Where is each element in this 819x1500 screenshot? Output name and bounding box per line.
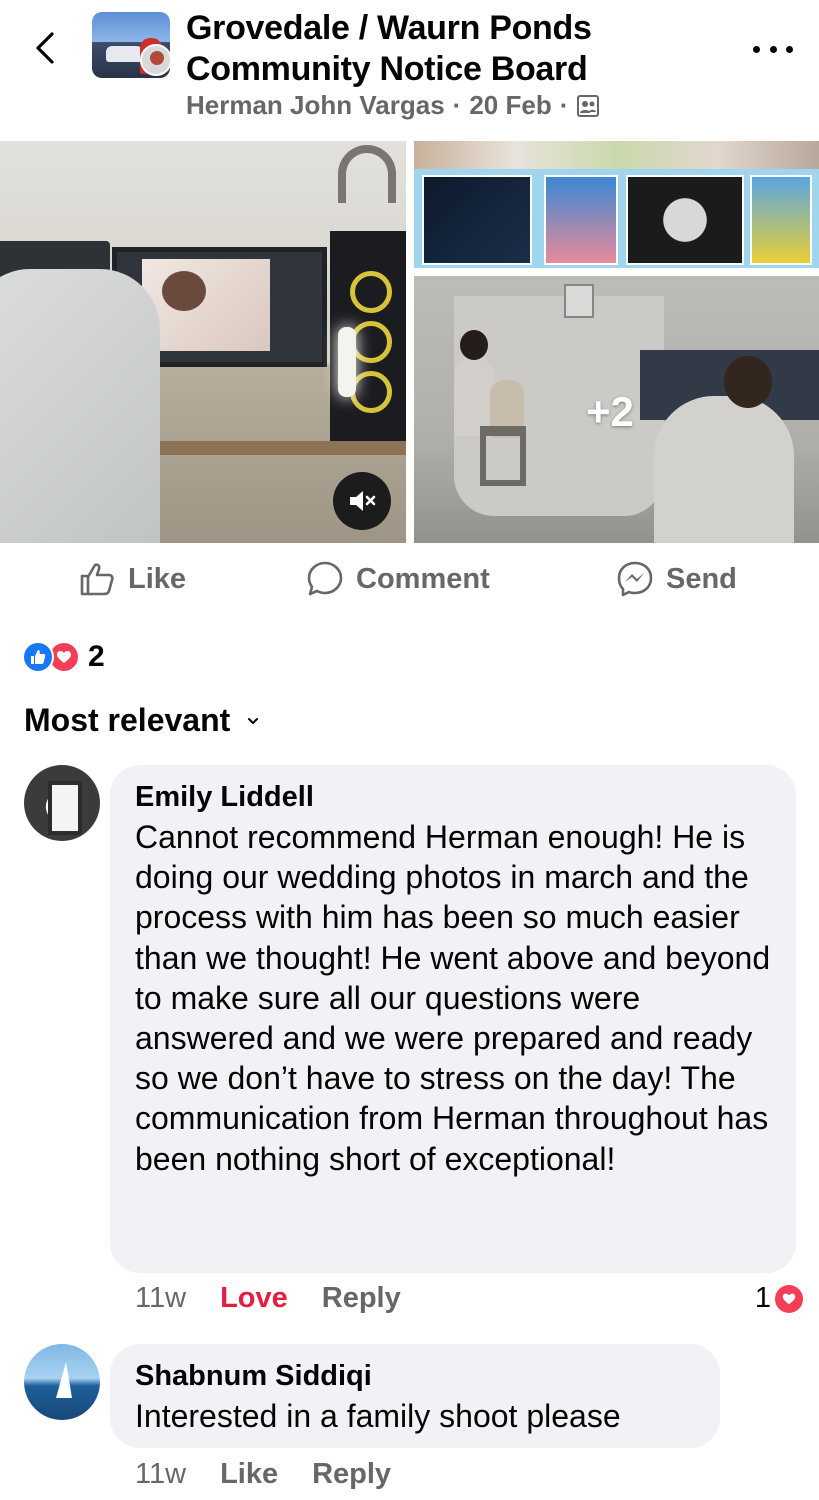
fan-ring-image (350, 271, 392, 313)
comment-reaction-count: 1 (754, 1282, 771, 1314)
chevron-down-icon (248, 717, 259, 724)
comment-button[interactable]: Comment (306, 560, 490, 598)
commenter-name[interactable]: Emily Liddell (135, 781, 314, 814)
comment-reaction-summary[interactable]: 1 (755, 1282, 803, 1315)
send-label: Send (666, 562, 737, 595)
maternity-photo-2 (544, 175, 618, 265)
fan-ring-image (350, 321, 392, 363)
lamp-image (338, 327, 356, 397)
comment-actions: 11w Like Reply (135, 1458, 425, 1491)
comment-bubble-icon (307, 561, 343, 596)
sort-label: Most relevant (24, 702, 231, 738)
commenter-name[interactable]: Shabnum Siddiqi (135, 1360, 372, 1393)
author-name[interactable]: Herman John Vargas (186, 90, 445, 121)
post-date[interactable]: 20 Feb (469, 90, 551, 121)
like-button[interactable]: Like (78, 560, 186, 598)
comment-love-button[interactable]: Love (220, 1282, 288, 1315)
back-button[interactable] (28, 28, 68, 68)
photo-tile-collage[interactable] (414, 141, 819, 268)
comment-label: Comment (356, 562, 490, 595)
send-button[interactable]: Send (616, 560, 737, 598)
comment-text: Cannot recommend Herman enough! He is do… (135, 819, 771, 1177)
comment-reply-button[interactable]: Reply (322, 1282, 401, 1315)
collage-strip-image (414, 141, 819, 169)
video-tile[interactable] (0, 141, 406, 543)
like-label: Like (128, 562, 187, 595)
group-members-icon (577, 94, 600, 117)
thumbs-up-icon (80, 563, 114, 596)
chair-image (0, 269, 160, 543)
more-dot-icon (769, 45, 777, 53)
more-photos-count[interactable]: +2 (586, 388, 634, 436)
speaker-muted-icon (350, 491, 376, 511)
more-options-button[interactable] (753, 34, 793, 64)
more-dot-icon (786, 45, 793, 53)
more-dot-icon (753, 45, 760, 53)
headphones-image (338, 145, 396, 203)
like-reaction-icon (22, 641, 54, 673)
comment-bubble[interactable]: Emily Liddell Cannot recommend Herman en… (110, 765, 796, 1273)
chevron-left-icon (36, 32, 54, 64)
mute-toggle-button[interactable] (333, 472, 391, 530)
meta-separator-2: · (559, 90, 569, 120)
post-media: +2 (0, 141, 819, 543)
group-title[interactable]: Grovedale / Waurn Ponds Community Notice… (186, 8, 706, 90)
meta-separator: · (452, 90, 462, 120)
comment-reply-button[interactable]: Reply (312, 1458, 391, 1491)
comment-like-button[interactable]: Like (220, 1458, 278, 1491)
comment-bubble[interactable]: Shabnum Siddiqi Interested in a family s… (110, 1344, 720, 1448)
comment-sort-dropdown[interactable]: Most relevant (24, 702, 260, 739)
post-meta: Herman John Vargas · 20 Feb · (186, 90, 600, 121)
fan-ring-image (350, 371, 392, 413)
screen-photo-image (142, 259, 270, 351)
reaction-count: 2 (88, 640, 105, 673)
commenter-avatar[interactable] (24, 765, 100, 841)
commenter-avatar[interactable] (24, 1344, 100, 1420)
maternity-photo-3 (626, 175, 744, 265)
comment-timestamp[interactable]: 11w (135, 1282, 186, 1315)
maternity-photo-1 (422, 175, 532, 265)
comment-timestamp[interactable]: 11w (135, 1458, 186, 1491)
messenger-icon (617, 561, 653, 597)
maternity-photo-4 (750, 175, 812, 265)
author-avatar[interactable] (140, 44, 172, 76)
desk-image (130, 441, 406, 455)
love-reaction-icon (775, 1284, 803, 1313)
post-header: Grovedale / Waurn Ponds Community Notice… (0, 0, 819, 140)
post-action-bar: Like Comment Send (0, 552, 819, 612)
comment-text: Interested in a family shoot please (135, 1398, 621, 1434)
comment-actions: 11w Love Reply (135, 1282, 435, 1315)
reactions-summary[interactable]: 2 (22, 640, 105, 674)
photo-tile-studio[interactable]: +2 (414, 276, 819, 543)
